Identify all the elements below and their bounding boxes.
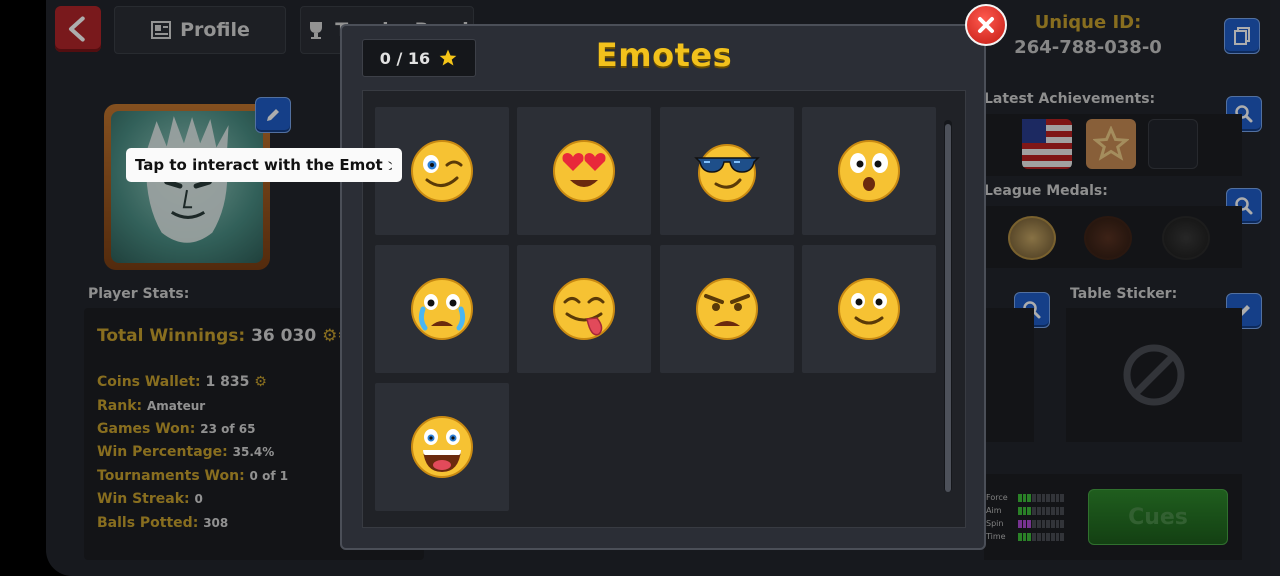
emotes-counter: 0 / 16 [362,39,476,77]
sunglasses-emote-icon [694,144,760,202]
emote-cell-tongue-out[interactable] [517,245,651,373]
emote-cell-surprised[interactable] [802,107,936,235]
laughing-emote-icon [411,416,473,478]
close-button[interactable] [965,4,1007,46]
tooltip-pointer [383,158,394,174]
emote-cell-sunglasses[interactable] [660,107,794,235]
emote-cell-laughing[interactable] [375,383,509,511]
wink-emote-icon [411,140,473,202]
close-icon [978,17,994,33]
emotes-counter-value: 0 / 16 [379,48,431,68]
crying-emote-icon [411,278,473,340]
surprised-emote-icon [838,140,900,202]
emote-tooltip: Tap to interact with the Emote [126,148,402,182]
emote-cell-heart-eyes[interactable] [517,107,651,235]
angry-emote-icon [696,278,758,340]
emotes-scrollbar-thumb[interactable] [945,124,951,492]
emote-cell-crying[interactable] [375,245,509,373]
star-icon [439,49,457,66]
emotes-title: Emotes [595,36,733,74]
heart-eyes-emote-icon [553,140,615,202]
emote-cell-smiling[interactable] [802,245,936,373]
tongue-out-emote-icon [553,278,615,340]
smiling-emote-icon [838,278,900,340]
emote-cell-angry[interactable] [660,245,794,373]
